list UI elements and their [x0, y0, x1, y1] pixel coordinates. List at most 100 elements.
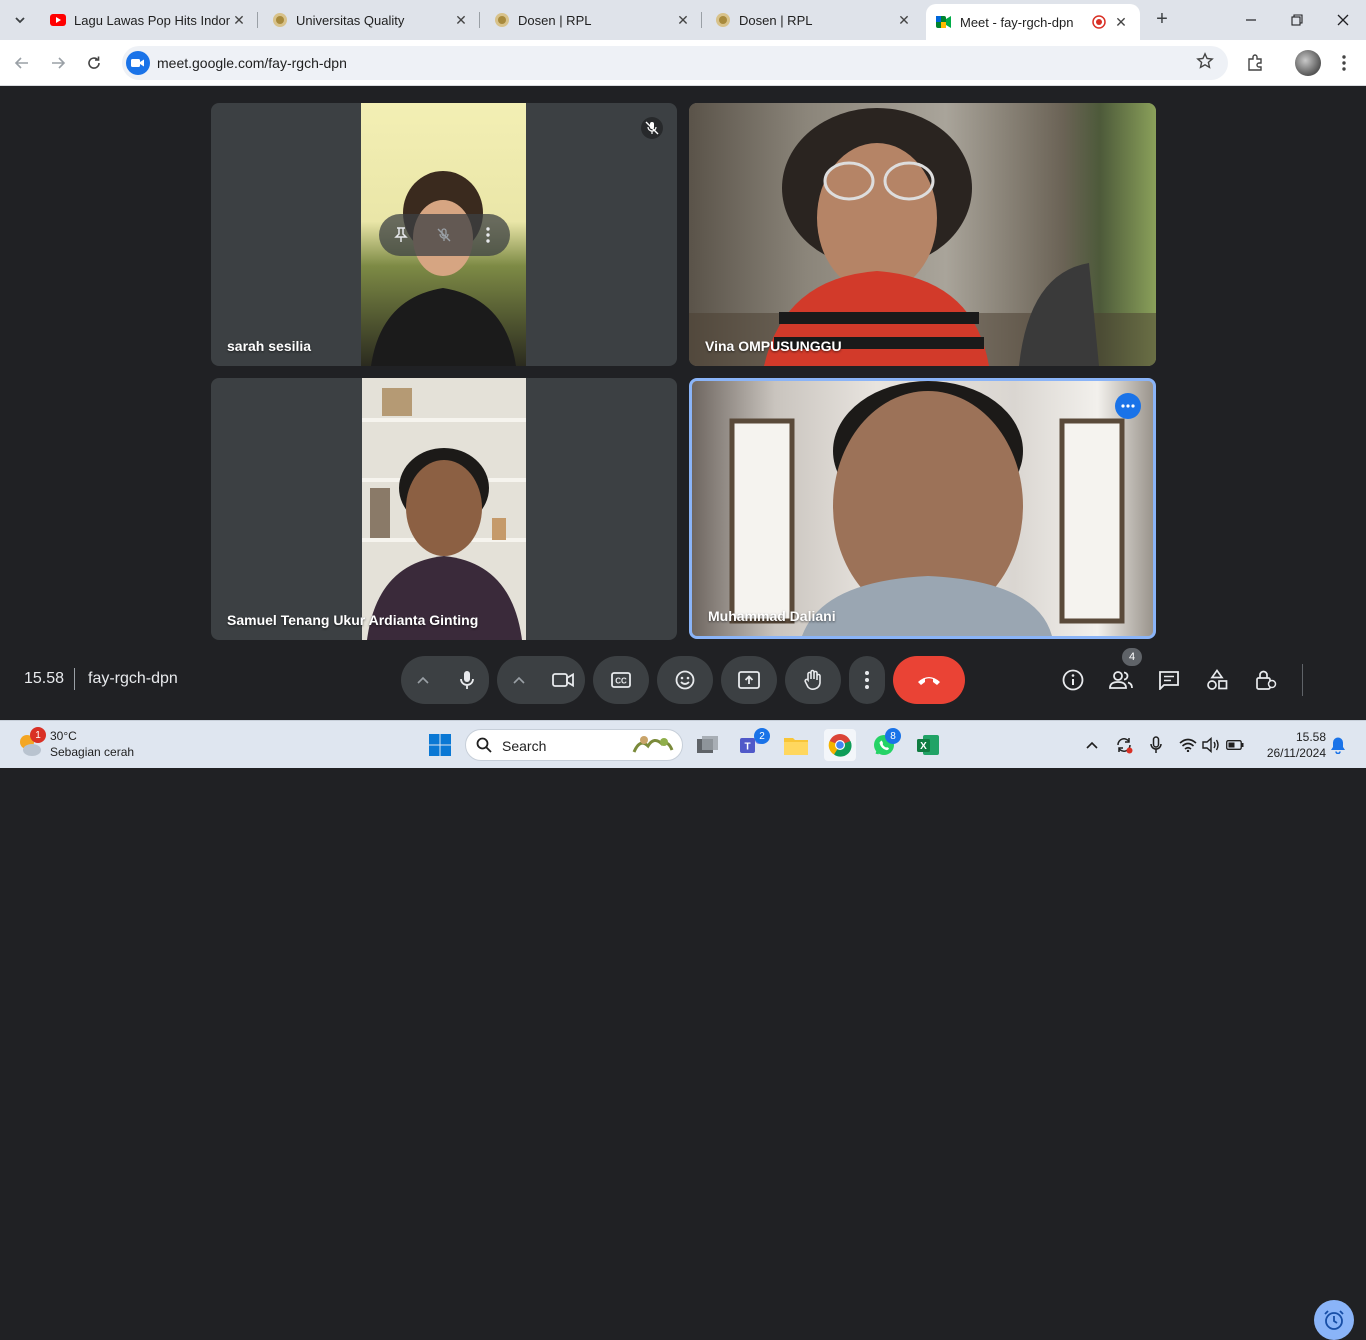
- tab-title: Lagu Lawas Pop Hits Indonesia: [74, 12, 230, 28]
- participant-name: Samuel Tenang Ukur Ardianta Ginting: [227, 612, 479, 628]
- sync-tray-icon[interactable]: [1114, 735, 1134, 755]
- chevron-down-icon: [15, 17, 25, 24]
- minimize-button[interactable]: [1228, 0, 1274, 40]
- participant-name: sarah sesilia: [227, 338, 312, 354]
- video-control-group: [497, 656, 585, 704]
- pin-icon[interactable]: [387, 221, 415, 249]
- university-seal-icon: [272, 12, 288, 28]
- excel-icon: X: [917, 735, 939, 755]
- more-options-button[interactable]: [849, 656, 885, 704]
- divider: [74, 668, 75, 690]
- show-hidden-icons-button[interactable]: [1082, 735, 1102, 755]
- video-options-button[interactable]: [497, 676, 541, 684]
- tab-close-button[interactable]: ✕: [895, 12, 913, 29]
- meet-site-icon[interactable]: [126, 51, 150, 75]
- camera-button[interactable]: [541, 672, 585, 688]
- camera-icon: [552, 672, 574, 688]
- tab-close-button[interactable]: ✕: [1112, 14, 1130, 31]
- participant-video: [362, 378, 526, 640]
- file-explorer-app[interactable]: [780, 729, 812, 761]
- tab-universitas-quality[interactable]: Universitas Quality ✕: [262, 0, 480, 40]
- closed-captions-icon: CC: [611, 672, 631, 688]
- timer-button[interactable]: [1314, 1300, 1354, 1340]
- volume-tray-icon[interactable]: [1201, 735, 1221, 755]
- close-window-button[interactable]: [1320, 0, 1366, 40]
- back-button[interactable]: [9, 50, 35, 76]
- activities-button[interactable]: [1203, 666, 1231, 694]
- raise-hand-button[interactable]: [785, 656, 841, 704]
- browser-menu-button[interactable]: [1331, 50, 1357, 76]
- address-bar[interactable]: meet.google.com/fay-rgch-dpn: [122, 46, 1228, 80]
- tab-meet[interactable]: Meet - fay-rgch-dpn ✕: [926, 4, 1140, 40]
- taskbar-search-box[interactable]: Search: [465, 729, 683, 761]
- participant-tile-vina[interactable]: Vina OMPUSUNGGU: [689, 103, 1156, 366]
- mute-participant-icon[interactable]: [430, 221, 458, 249]
- wifi-tray-icon[interactable]: [1178, 735, 1198, 755]
- sync-icon: [1117, 738, 1133, 754]
- more-options-icon[interactable]: [474, 221, 502, 249]
- audio-options-button[interactable]: [401, 676, 445, 684]
- profile-avatar[interactable]: [1295, 50, 1321, 76]
- url-text[interactable]: meet.google.com/fay-rgch-dpn: [157, 55, 347, 71]
- restore-button[interactable]: [1274, 0, 1320, 40]
- tab-close-button[interactable]: ✕: [452, 12, 470, 29]
- tab-dosen-rpl-2[interactable]: Dosen | RPL ✕: [705, 0, 923, 40]
- people-icon: [1109, 671, 1133, 689]
- tab-close-button[interactable]: ✕: [674, 12, 692, 29]
- extensions-button[interactable]: [1242, 50, 1268, 76]
- notifications-button[interactable]: [1328, 735, 1348, 755]
- whatsapp-badge: 8: [885, 728, 901, 744]
- participant-tile-muhammad[interactable]: Muhammad Daliani: [689, 378, 1156, 639]
- participant-more-button[interactable]: [1115, 393, 1141, 419]
- captions-button[interactable]: CC: [593, 656, 649, 704]
- tab-title: Dosen | RPL: [739, 12, 813, 28]
- present-screen-button[interactable]: [721, 656, 777, 704]
- meeting-code: fay-rgch-dpn: [88, 670, 178, 687]
- participant-portrait: [729, 381, 1125, 636]
- people-button[interactable]: [1107, 666, 1135, 694]
- lock-person-icon: [1256, 670, 1277, 690]
- task-view-button[interactable]: [692, 729, 724, 761]
- chrome-icon: [828, 734, 852, 757]
- leave-call-button[interactable]: [893, 656, 965, 704]
- chat-icon: [1159, 671, 1179, 690]
- battery-icon: [1226, 740, 1244, 750]
- participant-video: [692, 381, 1153, 636]
- chat-button[interactable]: [1155, 666, 1183, 694]
- meeting-details-button[interactable]: [1059, 666, 1087, 694]
- tab-close-button[interactable]: ✕: [230, 12, 248, 29]
- search-highlight-icon: [632, 736, 674, 753]
- participant-video: [689, 103, 1156, 366]
- tab-search-button[interactable]: [8, 8, 32, 32]
- participant-tile-samuel[interactable]: Samuel Tenang Ukur Ardianta Ginting: [211, 378, 677, 640]
- system-clock[interactable]: 15.58 26/11/2024: [1258, 729, 1326, 761]
- excel-app[interactable]: X: [912, 729, 944, 761]
- chevron-up-icon: [1086, 741, 1098, 749]
- arrow-right-icon: [52, 57, 66, 69]
- reload-button[interactable]: [81, 50, 107, 76]
- new-tab-button[interactable]: +: [1150, 8, 1174, 32]
- microphone-tray-icon[interactable]: [1146, 735, 1166, 755]
- microphone-button[interactable]: [445, 656, 489, 704]
- start-button[interactable]: [424, 729, 456, 761]
- battery-tray-icon[interactable]: [1225, 735, 1245, 755]
- folder-icon: [784, 738, 808, 755]
- meeting-time: 15.58: [24, 670, 65, 687]
- present-screen-icon: [738, 671, 760, 689]
- tab-youtube[interactable]: Lagu Lawas Pop Hits Indonesia ✕: [40, 0, 258, 40]
- windows-logo-icon: [429, 734, 451, 756]
- alarm-clock-icon: [1324, 1310, 1344, 1330]
- minimize-icon: [1246, 19, 1256, 21]
- chrome-app[interactable]: [824, 729, 856, 761]
- bookmark-star-icon[interactable]: [1196, 52, 1214, 75]
- svg-text:CC: CC: [615, 677, 627, 686]
- clock-time: 15.58: [1295, 730, 1326, 744]
- host-controls-button[interactable]: [1252, 666, 1280, 694]
- participant-name: Vina OMPUSUNGGU: [705, 338, 842, 354]
- tab-dosen-rpl-1[interactable]: Dosen | RPL ✕: [484, 0, 702, 40]
- university-seal-icon: [715, 12, 731, 28]
- youtube-icon: [50, 12, 66, 28]
- forward-button[interactable]: [45, 50, 71, 76]
- teams-badge: 2: [754, 728, 770, 744]
- reactions-button[interactable]: [657, 656, 713, 704]
